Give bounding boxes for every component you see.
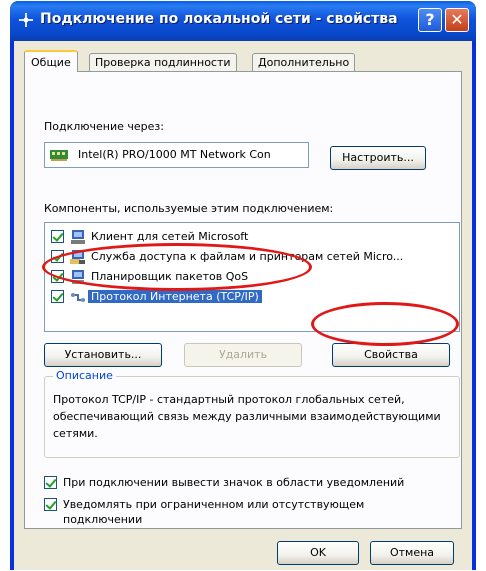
checkbox[interactable] [44, 476, 57, 489]
description-title: Описание [53, 369, 116, 382]
checkbox[interactable] [51, 290, 64, 303]
checkbox[interactable] [51, 250, 64, 263]
notify-label: Уведомлять при ограниченном или отсутств… [63, 498, 365, 526]
general-tab-panel: Подключение через: Intel(R) PRO/1000 MT … [24, 71, 462, 529]
properties-button[interactable]: Свойства [332, 343, 450, 367]
file-printer-service-icon [70, 250, 85, 264]
properties-dialog: Подключение по локальной сети - свойства… [10, 1, 476, 570]
show-icon-label: При подключении вывести значок в области… [63, 476, 405, 489]
network-client-icon [71, 230, 85, 244]
checkbox[interactable] [51, 230, 64, 243]
list-item[interactable]: Протокол Интернета (TCP/IP) [49, 287, 455, 307]
configure-button[interactable]: Настроить... [330, 146, 426, 170]
adapter-field: Intel(R) PRO/1000 MT Network Con [44, 142, 309, 168]
dialog-body: Общие Проверка подлинности Дополнительно… [14, 41, 472, 570]
window-title: Подключение по локальной сети - свойства [40, 11, 398, 27]
checkbox[interactable] [44, 498, 57, 511]
connect-using-label: Подключение через: [44, 120, 164, 133]
list-item[interactable]: Служба доступа к файлам и принтерам сете… [49, 247, 455, 267]
tab-strip: Общие Проверка подлинности Дополнительно [24, 50, 462, 72]
list-item[interactable]: Клиент для сетей Microsoft [49, 227, 455, 247]
tab-advanced[interactable]: Дополнительно [252, 53, 356, 71]
components-label: Компоненты, используемые этим подключени… [44, 202, 334, 215]
description-group: Описание Протокол TCP/IP - стандартный п… [44, 369, 460, 458]
cancel-button[interactable]: Отмена [370, 541, 454, 565]
install-button[interactable]: Установить... [44, 343, 162, 367]
tab-authentication[interactable]: Проверка подлинности [89, 53, 237, 71]
list-item[interactable]: Планировщик пакетов QoS [49, 267, 455, 287]
list-item-label: Протокол Интернета (TCP/IP) [88, 290, 262, 303]
protocol-icon [71, 293, 85, 302]
qos-scheduler-icon [72, 270, 84, 284]
checkbox[interactable] [51, 270, 64, 283]
list-item-label: Служба доступа к файлам и принтерам сете… [91, 250, 404, 263]
notify-option[interactable]: Уведомлять при ограниченном или отсутств… [44, 497, 454, 529]
close-button[interactable]: ✕ [445, 8, 469, 32]
network-connection-icon [19, 13, 33, 27]
list-item-label: Планировщик пакетов QoS [91, 270, 249, 283]
remove-button[interactable]: Удалить [184, 343, 302, 367]
list-item-label: Клиент для сетей Microsoft [91, 230, 249, 243]
description-text: Протокол TCP/IP - стандартный протокол г… [53, 393, 441, 440]
network-adapter-icon [50, 150, 68, 161]
components-list[interactable]: Клиент для сетей Microsoft Служба доступ… [44, 222, 460, 332]
help-button[interactable]: ? [418, 8, 442, 32]
ok-button[interactable]: OK [277, 541, 359, 565]
title-bar[interactable]: Подключение по локальной сети - свойства… [10, 1, 476, 41]
adapter-name: Intel(R) PRO/1000 MT Network Con [78, 148, 271, 161]
show-icon-option[interactable]: При подключении вывести значок в области… [44, 475, 454, 493]
tab-general[interactable]: Общие [24, 50, 78, 72]
